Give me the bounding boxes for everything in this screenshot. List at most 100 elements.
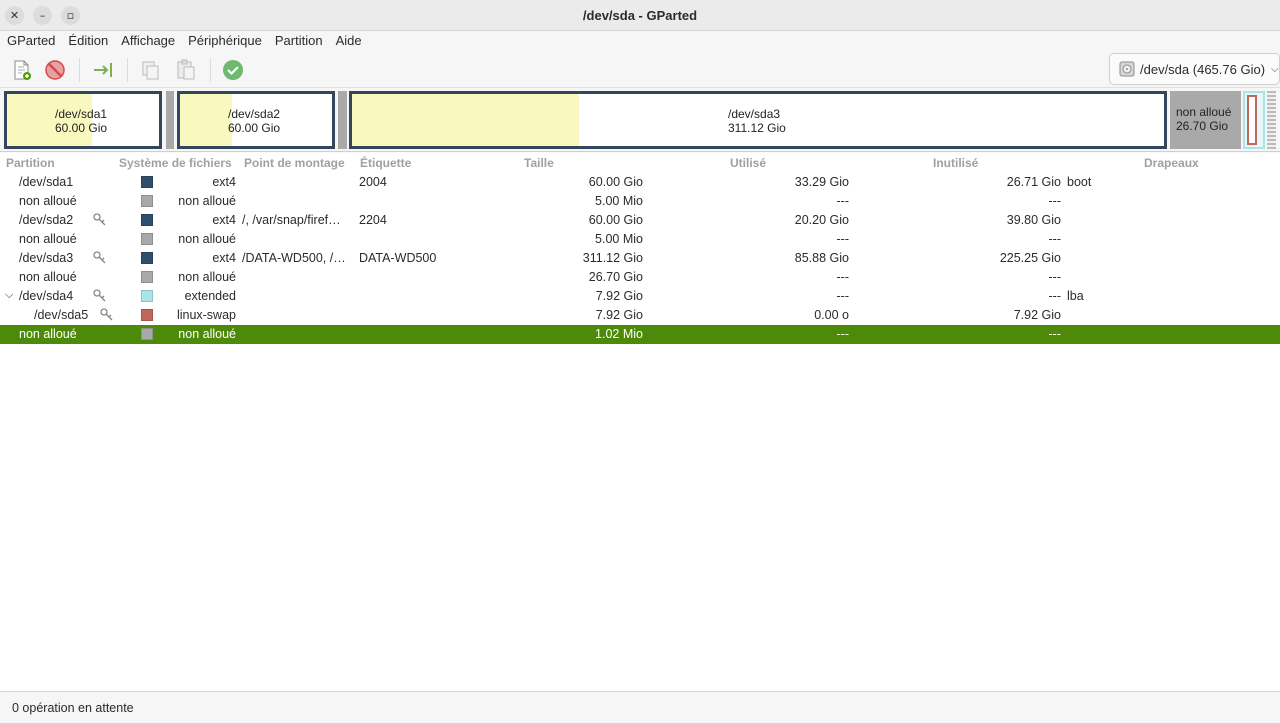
chevron-down-icon[interactable]: ⌵ <box>5 289 13 302</box>
cell-mountpoint: /DATA-WD500, /… <box>242 251 346 265</box>
table-row[interactable]: /dev/sda5 linux-swap 7.92 Gio 0.00 o 7.92 Gi… <box>0 306 1280 325</box>
cell-used: 0.00 o <box>814 308 849 322</box>
toolbar-separator <box>127 58 128 82</box>
cell-filesystem: ext4 <box>212 213 236 227</box>
cell-unused: 7.92 Gio <box>1013 308 1061 322</box>
device-selector-label: /dev/sda (465.76 Gio) <box>1140 61 1266 77</box>
cell-unused: 39.80 Gio <box>1006 213 1061 227</box>
cell-filesystem: non alloué <box>178 194 236 208</box>
delete-icon <box>45 60 65 80</box>
diskmap-sda3[interactable]: /dev/sda3 311.12 Gio <box>349 91 1167 149</box>
cell-partition: /dev/sda5 <box>34 308 89 322</box>
cell-used: 20.20 Gio <box>794 213 849 227</box>
filesystem-color-swatch <box>141 214 153 226</box>
menu-peripherique[interactable]: Périphérique <box>188 31 262 52</box>
cell-mountpoint: /, /var/snap/firef… <box>242 213 341 227</box>
cell-used: --- <box>836 194 850 208</box>
table-row[interactable]: /dev/sda3 ext4/DATA-WD500, /… DATA-WD500 31… <box>0 249 1280 268</box>
key-icon <box>100 308 113 321</box>
diskmap-sda4-extended[interactable] <box>1243 91 1265 149</box>
column-unused[interactable]: Inutilisé <box>933 156 978 170</box>
diskmap-sda1-size: 60.00 Gio <box>55 121 108 135</box>
cell-partition: non alloué <box>19 194 77 208</box>
table-row[interactable]: non alloué non alloué 1.02 Mio --- --- <box>0 325 1280 344</box>
column-filesystem[interactable]: Système de fichiers <box>119 156 232 170</box>
filesystem-color-swatch <box>141 328 153 340</box>
cell-partition: /dev/sda1 <box>19 175 74 189</box>
column-flags[interactable]: Drapeaux <box>1144 156 1199 170</box>
diskmap-sda2[interactable]: /dev/sda2 60.00 Gio <box>177 91 335 149</box>
cell-filesystem: ext4 <box>212 251 236 265</box>
new-partition-button[interactable] <box>9 57 35 83</box>
cell-used: --- <box>836 270 850 284</box>
delete-button[interactable] <box>42 57 68 83</box>
menu-gparted[interactable]: GParted <box>7 31 55 52</box>
diskmap-unallocated-end[interactable] <box>1267 91 1276 149</box>
key-icon <box>93 289 106 302</box>
menu-aide[interactable]: Aide <box>336 31 362 52</box>
cell-unused: --- <box>1048 327 1062 341</box>
column-size[interactable]: Taille <box>524 156 554 170</box>
apply-button[interactable] <box>220 57 246 83</box>
cell-unused: 26.71 Gio <box>1006 175 1061 189</box>
table-row[interactable]: non alloué non alloué 26.70 Gio --- --- <box>0 268 1280 287</box>
key-icon <box>93 213 106 226</box>
filesystem-color-swatch <box>141 176 153 188</box>
diskmap-unallocated-small[interactable] <box>338 91 347 149</box>
diskmap-unallocated[interactable]: non alloué 26.70 Gio <box>1170 91 1241 149</box>
menu-bar: GParted Édition Affichage Périphérique P… <box>0 31 1280 52</box>
cell-unused: --- <box>1048 270 1062 284</box>
diskmap-unalloc-size: 26.70 Gio <box>1176 119 1229 133</box>
cell-filesystem: non alloué <box>178 270 236 284</box>
menu-partition[interactable]: Partition <box>275 31 323 52</box>
status-text: 0 opération en attente <box>12 701 134 715</box>
cell-label: 2004 <box>359 175 387 189</box>
diskmap-unallocated-small[interactable] <box>166 91 174 149</box>
cell-used: --- <box>836 327 850 341</box>
cell-unused: 225.25 Gio <box>999 251 1061 265</box>
diskmap-sda5[interactable] <box>1247 95 1257 145</box>
cell-unused: --- <box>1048 289 1062 303</box>
disk-map: /dev/sda1 60.00 Gio /dev/sda2 60.00 Gio … <box>0 88 1280 152</box>
toolbar-separator <box>210 58 211 82</box>
cell-label: DATA-WD500 <box>359 251 437 265</box>
cell-partition: non alloué <box>19 270 77 284</box>
column-label[interactable]: Étiquette <box>360 156 411 170</box>
diskmap-unalloc-name: non alloué <box>1176 105 1232 119</box>
cell-flags: boot <box>1067 175 1092 189</box>
table-row[interactable]: non alloué non alloué 5.00 Mio --- --- <box>0 230 1280 249</box>
diskmap-sda2-size: 60.00 Gio <box>228 121 281 135</box>
cell-size: 60.00 Gio <box>588 213 643 227</box>
cell-size: 5.00 Mio <box>595 194 643 208</box>
toolbar-separator <box>79 58 80 82</box>
table-row[interactable]: /dev/sda2 ext4 /, /var/snap/firef… 2204 60.0… <box>0 211 1280 230</box>
cell-filesystem: extended <box>184 289 236 303</box>
column-partition[interactable]: Partition <box>6 156 55 170</box>
cell-unused: --- <box>1048 194 1062 208</box>
column-used[interactable]: Utilisé <box>730 156 766 170</box>
toolbar: /dev/sda (465.76 Gio) ⌵ <box>0 52 1280 88</box>
copy-button[interactable] <box>138 57 164 83</box>
table-row[interactable]: ⌵ /dev/sda4 extended 7.92 Gio --- --- lba <box>0 287 1280 306</box>
new-document-icon <box>14 60 31 80</box>
column-mountpoint[interactable]: Point de montage <box>244 156 345 170</box>
table-row[interactable]: /dev/sda1 ext4 2004 60.00 Gio 33.29 Gio 26.71… <box>0 173 1280 192</box>
device-selector[interactable]: /dev/sda (465.76 Gio) ⌵ <box>1109 53 1280 85</box>
chevron-down-icon: ⌵ <box>1271 63 1279 75</box>
diskmap-sda1[interactable]: /dev/sda1 60.00 Gio <box>4 91 162 149</box>
filesystem-color-swatch <box>141 309 153 321</box>
resize-arrow-icon <box>94 63 112 77</box>
cell-size: 7.92 Gio <box>595 289 643 303</box>
cell-filesystem: ext4 <box>212 175 236 189</box>
cell-size: 60.00 Gio <box>588 175 643 189</box>
filesystem-color-swatch <box>141 271 153 283</box>
cell-filesystem: non alloué <box>178 232 236 246</box>
status-bar: 0 opération en attente <box>0 691 1280 723</box>
table-row[interactable]: non alloué non alloué 5.00 Mio --- --- <box>0 192 1280 211</box>
paste-button[interactable] <box>173 57 199 83</box>
resize-move-button[interactable] <box>90 57 116 83</box>
filesystem-color-swatch <box>141 233 153 245</box>
cell-used: --- <box>836 289 850 303</box>
menu-affichage[interactable]: Affichage <box>121 31 175 52</box>
menu-edition[interactable]: Édition <box>68 31 108 52</box>
